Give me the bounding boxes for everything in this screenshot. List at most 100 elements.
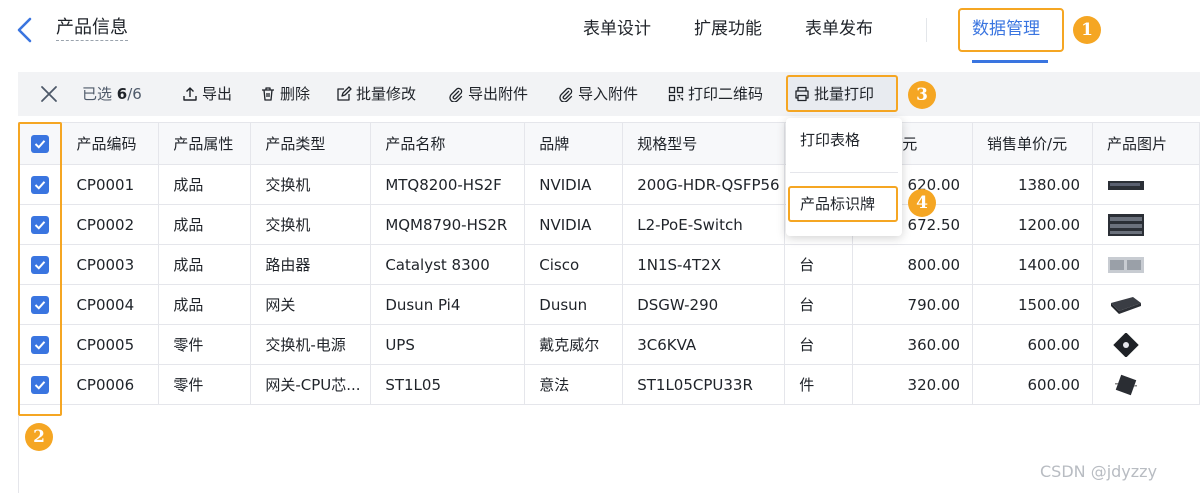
close-icon[interactable] bbox=[40, 85, 58, 103]
column-header[interactable]: 销售单价/元 bbox=[972, 122, 1093, 165]
selected-count: 6 bbox=[116, 85, 128, 103]
table-cell: 800.00 bbox=[852, 244, 974, 285]
table-cell: 3C6KVA bbox=[622, 324, 786, 365]
product-thumbnail[interactable] bbox=[1107, 293, 1145, 317]
table-cell: 成品 bbox=[158, 164, 252, 205]
bulk-edit-label: 批量修改 bbox=[356, 85, 417, 103]
table-row[interactable]: CP0001 成品 交换机 MTQ8200-HS2F NVIDIA 200G-HDR-QS… bbox=[18, 164, 1200, 205]
table-cell: 1400.00 bbox=[972, 244, 1093, 285]
table-cell: CP0005 bbox=[61, 324, 160, 365]
product-thumbnail[interactable] bbox=[1107, 331, 1145, 358]
table-cell: MTQ8200-HS2F bbox=[370, 164, 526, 205]
paperclip-icon bbox=[449, 87, 463, 103]
product-image-cell[interactable] bbox=[1092, 324, 1200, 365]
table-cell: CP0006 bbox=[61, 364, 160, 405]
bulk-edit-button[interactable]: 批量修改 bbox=[336, 84, 416, 104]
delete-button[interactable]: 删除 bbox=[260, 84, 310, 104]
table-row[interactable]: CP0005 零件 交换机-电源 UPS 戴克威尔 3C6KVA 台 360.00 600.00 bbox=[18, 324, 1200, 365]
product-thumbnail[interactable] bbox=[1107, 373, 1145, 397]
print-qr-button[interactable]: 打印二维码 bbox=[668, 84, 763, 104]
table-row[interactable]: CP0003 成品 路由器 Catalyst 8300 Cisco 1N1S-4T2X 台 8… bbox=[18, 244, 1200, 285]
tab-form-publish[interactable]: 表单发布 bbox=[805, 18, 873, 40]
top-bar: 产品信息 表单设计 扩展功能 表单发布 数据管理 1 bbox=[0, 0, 1200, 68]
tab-extensions[interactable]: 扩展功能 bbox=[694, 18, 762, 40]
bulk-print-label: 批量打印 bbox=[814, 85, 875, 103]
watermark: CSDN @jdyzzy bbox=[1040, 462, 1158, 481]
bulk-print-button[interactable]: 批量打印 bbox=[794, 84, 874, 104]
table-cell: 600.00 bbox=[972, 324, 1093, 365]
product-thumbnail[interactable] bbox=[1107, 173, 1145, 197]
export-button[interactable]: 导出 bbox=[182, 84, 232, 104]
table-cell: 790.00 bbox=[852, 284, 974, 325]
table-row[interactable]: CP0004 成品 网关 Dusun Pi4 Dusun DSGW-290 台 790.00 1… bbox=[18, 284, 1200, 325]
product-thumbnail[interactable] bbox=[1107, 253, 1145, 277]
edit-icon bbox=[337, 86, 352, 101]
product-image-cell[interactable] bbox=[1092, 164, 1200, 205]
column-header[interactable]: 产品属性 bbox=[158, 122, 252, 165]
product-label-option[interactable]: 产品标识牌 bbox=[800, 194, 875, 214]
table-row[interactable]: CP0002 成品 交换机 MQM8790-HS2R NVIDIA L2-PoE-Swit… bbox=[18, 204, 1200, 245]
export-attachments-button[interactable]: 导出附件 bbox=[448, 84, 528, 104]
product-thumbnail[interactable] bbox=[1107, 213, 1145, 237]
table-cell: L2-PoE-Switch bbox=[622, 204, 786, 245]
nav-divider bbox=[926, 18, 927, 42]
tab-data-management[interactable]: 数据管理 bbox=[972, 18, 1040, 40]
table-header-row: 产品编码 产品属性 产品类型 产品名称 品牌 规格型号 单位 单价/元 销售单价… bbox=[18, 122, 1200, 165]
table-cell: 1200.00 bbox=[972, 204, 1093, 245]
selected-prefix: 已选 bbox=[82, 85, 117, 103]
table-cell: 路由器 bbox=[250, 244, 372, 285]
table-cell: DSGW-290 bbox=[622, 284, 786, 325]
table-cell: 交换机-电源 bbox=[250, 324, 372, 365]
table-cell: 交换机 bbox=[250, 204, 372, 245]
import-attachments-button[interactable]: 导入附件 bbox=[558, 84, 638, 104]
product-image-cell[interactable] bbox=[1092, 284, 1200, 325]
table-cell: 成品 bbox=[158, 284, 252, 325]
table-cell: 1500.00 bbox=[972, 284, 1093, 325]
trash-icon bbox=[262, 87, 274, 101]
printer-icon bbox=[795, 86, 809, 102]
table-cell: 零件 bbox=[158, 364, 252, 405]
selection-count: 已选 6/6 bbox=[82, 84, 142, 104]
column-header[interactable]: 产品编码 bbox=[61, 122, 160, 165]
table-cell: NVIDIA bbox=[524, 204, 624, 245]
product-image-cell[interactable] bbox=[1092, 204, 1200, 245]
table-row[interactable]: CP0006 零件 网关-CPU芯... ST1L05 意法 ST1L05CPU33R 件 3… bbox=[18, 364, 1200, 405]
table-cell: UPS bbox=[370, 324, 526, 365]
table-cell: CP0003 bbox=[61, 244, 160, 285]
back-arrow-icon[interactable] bbox=[14, 16, 38, 44]
table-cell: 成品 bbox=[158, 204, 252, 245]
table-cell: 320.00 bbox=[852, 364, 974, 405]
delete-label: 删除 bbox=[280, 85, 311, 103]
table-cell: CP0001 bbox=[61, 164, 160, 205]
highlight-box-checkboxes bbox=[18, 122, 62, 416]
table-cell: 1N1S-4T2X bbox=[622, 244, 786, 285]
column-header[interactable]: 品牌 bbox=[524, 122, 624, 165]
export-label: 导出 bbox=[202, 85, 233, 103]
selected-total: /6 bbox=[127, 85, 142, 103]
step-badge-3: 3 bbox=[908, 81, 936, 109]
step-badge-4: 4 bbox=[908, 189, 936, 217]
dropdown-divider bbox=[790, 172, 898, 173]
column-header[interactable]: 产品图片 bbox=[1092, 122, 1200, 165]
column-header[interactable]: 规格型号 bbox=[622, 122, 786, 165]
page-title[interactable]: 产品信息 bbox=[56, 17, 128, 41]
step-badge-2: 2 bbox=[25, 423, 53, 451]
column-header[interactable]: 产品类型 bbox=[250, 122, 372, 165]
table-cell: MQM8790-HS2R bbox=[370, 204, 526, 245]
table-cell: 1380.00 bbox=[972, 164, 1093, 205]
table-cell: Cisco bbox=[524, 244, 624, 285]
data-table: 产品编码 产品属性 产品类型 产品名称 品牌 规格型号 单位 单价/元 销售单价… bbox=[18, 122, 1200, 405]
table-cell: NVIDIA bbox=[524, 164, 624, 205]
product-image-cell[interactable] bbox=[1092, 244, 1200, 285]
table-cell: 网关-CPU芯... bbox=[250, 364, 372, 405]
table-cell: 360.00 bbox=[852, 324, 974, 365]
product-image-cell[interactable] bbox=[1092, 364, 1200, 405]
active-tab-underline bbox=[972, 60, 1048, 63]
table-cell: CP0004 bbox=[61, 284, 160, 325]
table-cell: CP0002 bbox=[61, 204, 160, 245]
print-form-option[interactable]: 打印表格 bbox=[800, 130, 860, 150]
column-header[interactable]: 产品名称 bbox=[370, 122, 526, 165]
tab-form-design[interactable]: 表单设计 bbox=[583, 18, 651, 40]
table-cell: 台 bbox=[784, 284, 854, 325]
table-cell: ST1L05CPU33R bbox=[622, 364, 786, 405]
